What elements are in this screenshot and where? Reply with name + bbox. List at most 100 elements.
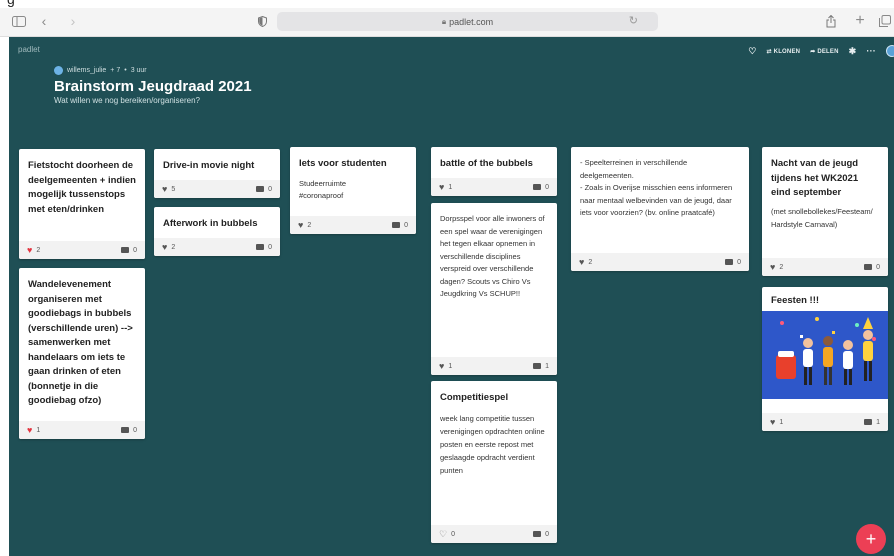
comment-count: 0 [404, 221, 408, 229]
comment-button[interactable]: 1 [864, 419, 880, 426]
comment-button[interactable]: 0 [121, 427, 137, 434]
heart-icon: ♥ [770, 416, 776, 427]
comment-count: 0 [545, 183, 549, 191]
post-title: Wandelevenement organiseren met goodieba… [28, 279, 133, 406]
post-body: Studeerruimte #coronaproof [299, 178, 347, 200]
post-body: Dorpsspel voor alle inwoners of een spel… [440, 214, 545, 298]
comment-count: 1 [876, 418, 880, 426]
heart-outline-icon[interactable]: ♡ [748, 46, 756, 57]
like-button[interactable]: ♥ 2 [27, 245, 41, 255]
comment-button[interactable]: 1 [533, 363, 549, 370]
heart-icon: ♥ [162, 241, 168, 252]
avatar[interactable] [886, 45, 894, 57]
like-count: 1 [448, 183, 453, 191]
post-title: Nacht van de jeugd tijdens het WK2021 ei… [771, 158, 859, 198]
separator-dot: • [124, 67, 127, 74]
comment-count: 0 [133, 246, 137, 254]
post-footer: ♥ 5 0 [154, 180, 280, 198]
post-card[interactable]: Feesten !!! ♥ 1 1 [762, 287, 888, 431]
post-card[interactable]: Wandelevenement organiseren met goodieba… [19, 268, 145, 439]
heart-icon: ♥ [439, 181, 445, 192]
comment-button[interactable]: 0 [533, 531, 549, 538]
post-title: Fietstocht doorheen de deelgemeenten + i… [28, 160, 136, 215]
comment-icon [121, 247, 130, 253]
heart-icon: ♥ [27, 424, 33, 435]
comment-icon [256, 186, 265, 192]
privacy-shield-icon[interactable] [256, 12, 268, 30]
like-button[interactable]: ♥ 1 [439, 181, 453, 192]
comment-button[interactable]: 0 [121, 247, 137, 254]
reload-icon[interactable]: ↻ [629, 14, 638, 27]
document-fragment: g [0, 0, 894, 8]
sidebar-toggle-icon[interactable] [11, 12, 27, 30]
comment-count: 0 [737, 258, 741, 266]
clone-button[interactable]: ⇄ KLONEN [767, 48, 801, 55]
like-button[interactable]: ♥ 1 [27, 424, 40, 435]
share-label: DELEN [817, 48, 839, 55]
post-footer: ♥ 2 0 [290, 216, 416, 234]
like-button[interactable]: ♥ 2 [298, 219, 311, 230]
heart-icon: ♥ [579, 256, 585, 267]
post-card[interactable]: Afterwork in bubbels ♥ 2 0 [154, 207, 280, 256]
comment-count: 0 [268, 185, 272, 193]
post-footer: ♥ 1 1 [762, 413, 888, 431]
comment-icon [121, 427, 130, 433]
post-title: Iets voor studenten [299, 158, 387, 169]
like-button[interactable]: ♥ 5 [162, 183, 175, 194]
post-card[interactable]: Competitiespel week lang competitie tuss… [431, 381, 557, 543]
share-icon[interactable] [825, 12, 837, 30]
comment-button[interactable]: 0 [256, 244, 272, 251]
post-footer: ♥ 1 1 [431, 357, 557, 375]
like-count: 2 [588, 258, 593, 266]
more-icon[interactable]: ··· [866, 46, 876, 56]
post-card[interactable]: Dorpsspel voor alle inwoners of een spel… [431, 203, 557, 375]
add-post-button[interactable]: + [856, 524, 886, 554]
post-card[interactable]: Fietstocht doorheen de deelgemeenten + i… [19, 149, 145, 259]
comment-button[interactable]: 0 [864, 264, 880, 271]
post-card[interactable]: - Speelterreinen in verschillende deelge… [571, 147, 749, 271]
post-card[interactable]: Nacht van de jeugd tijdens het WK2021 ei… [762, 147, 888, 276]
post-footer: ♥ 2 0 [571, 253, 749, 271]
like-button[interactable]: ♥ 2 [162, 241, 175, 252]
like-button[interactable]: ♥ 1 [770, 416, 784, 427]
author-name[interactable]: willems_julie [67, 67, 106, 74]
like-count: 1 [448, 362, 453, 370]
comment-button[interactable]: 0 [533, 184, 549, 191]
like-button[interactable]: ♥ 2 [579, 256, 593, 267]
like-count: 2 [36, 246, 41, 254]
like-button[interactable]: ♥ 1 [439, 361, 453, 371]
new-tab-icon[interactable]: + [854, 12, 866, 30]
post-footer: ♥ 1 0 [431, 178, 557, 196]
forward-icon[interactable]: › [67, 12, 79, 30]
like-button[interactable]: ♡ 0 [439, 529, 455, 539]
comment-icon [725, 259, 734, 265]
like-button[interactable]: ♥ 2 [770, 261, 783, 272]
clone-label: KLONEN [773, 48, 801, 55]
comment-button[interactable]: 0 [256, 186, 272, 193]
party-illustration [762, 311, 888, 399]
post-card[interactable]: Iets voor studenten Studeerruimte #coron… [290, 147, 416, 234]
lock-icon: 🔒︎ [441, 16, 447, 26]
clone-icon: ⇄ [766, 48, 774, 55]
heart-icon: ♥ [770, 261, 776, 272]
post-card[interactable]: battle of the bubbels ♥ 1 0 [431, 147, 557, 196]
post-title: Feesten !!! [771, 295, 820, 306]
like-count: 1 [779, 418, 784, 426]
comment-count: 0 [268, 243, 272, 251]
share-button[interactable]: ➦ DELEN [810, 48, 838, 55]
padlet-logo[interactable]: padlet [18, 45, 40, 54]
address-bar[interactable]: 🔒︎ padlet.com ↻ [277, 12, 658, 31]
gear-icon[interactable]: ✱ [849, 46, 857, 57]
post-card[interactable]: Drive-in movie night ♥ 5 0 [154, 149, 280, 198]
heart-icon: ♥ [298, 219, 304, 230]
heart-icon: ♥ [162, 183, 168, 194]
back-icon[interactable]: ‹ [38, 12, 50, 30]
fragment-text: g [7, 0, 15, 7]
post-footer: ♥ 1 0 [19, 421, 145, 439]
post-title: Drive-in movie night [163, 160, 255, 171]
post-body: - Speelterreinen in verschillende deelge… [580, 158, 733, 217]
tabs-overview-icon[interactable] [878, 12, 892, 30]
comment-button[interactable]: 0 [725, 259, 741, 266]
comment-icon [533, 531, 542, 537]
comment-button[interactable]: 0 [392, 222, 408, 229]
